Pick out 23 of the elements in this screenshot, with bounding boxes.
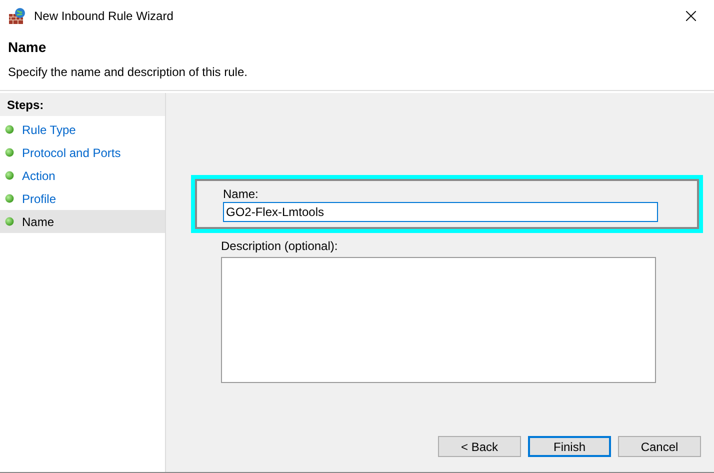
step-item[interactable]: Rule Type [0, 118, 165, 141]
step-item[interactable]: Profile [0, 187, 165, 210]
step-item[interactable]: Protocol and Ports [0, 141, 165, 164]
status-dot-icon [5, 217, 14, 226]
wizard-button[interactable]: Finish [528, 436, 611, 457]
firewall-icon [8, 7, 26, 25]
name-field[interactable]: GO2-Flex-Lmtools [223, 202, 658, 222]
close-icon [686, 11, 696, 21]
status-dot-icon [5, 125, 14, 134]
wizard-button[interactable]: < Back [438, 436, 521, 457]
status-dot-icon [5, 194, 14, 203]
step-item[interactable]: Action [0, 164, 165, 187]
name-label: Name: [223, 187, 260, 201]
status-dot-icon [5, 171, 14, 180]
window-title: New Inbound Rule Wizard [34, 8, 174, 25]
description-field[interactable] [221, 257, 656, 383]
page-title: Name [8, 38, 48, 56]
status-dot-icon [5, 148, 14, 157]
step-item[interactable]: Name [0, 210, 165, 233]
page-subtitle: Specify the name and description of this rule. [8, 64, 248, 81]
description-label: Description (optional): [221, 239, 339, 253]
steps-heading: Steps: [0, 93, 165, 116]
wizard-button[interactable]: Cancel [618, 436, 701, 457]
